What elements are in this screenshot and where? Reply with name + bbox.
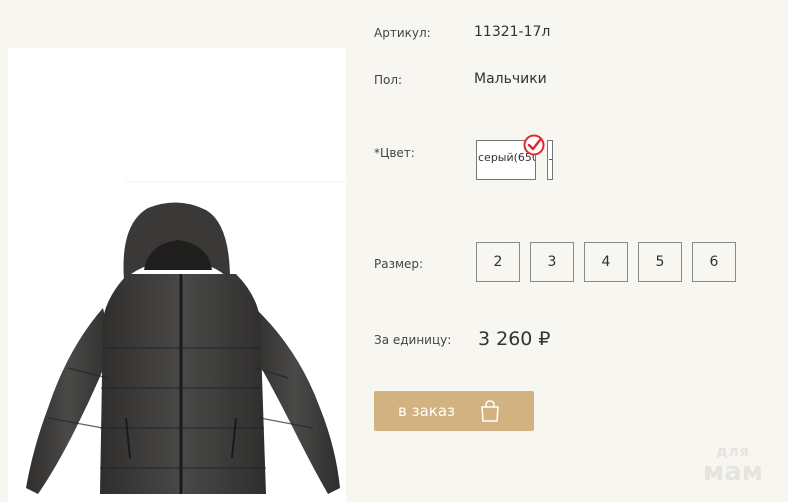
price-value: 3 260 ₽ [478,328,551,350]
order-button-label: в заказ [398,402,456,420]
checkmark-icon [523,134,545,156]
gender-label: Пол: [374,73,403,87]
article-label: Артикул: [374,26,431,40]
shopping-bag-icon [481,400,499,422]
article-value: 11321-17л [474,24,551,40]
size-option-6[interactable]: 6 [692,242,736,282]
watermark-line2: мам [703,457,764,487]
add-to-order-button[interactable]: в заказ [374,391,534,431]
size-option-2[interactable]: 2 [476,242,520,282]
size-option-3[interactable]: 3 [530,242,574,282]
price-label: За единицу: [374,333,452,347]
size-label: Размер: [374,257,424,271]
color-label: *Цвет: [374,146,415,160]
site-watermark-logo: для мам [703,445,763,485]
size-option-5[interactable]: 5 [638,242,682,282]
product-image[interactable] [8,48,346,502]
gender-value: Мальчики [474,71,547,87]
jacket-image [26,181,346,494]
size-option-4[interactable]: 4 [584,242,628,282]
color-option-more[interactable] [547,140,553,180]
